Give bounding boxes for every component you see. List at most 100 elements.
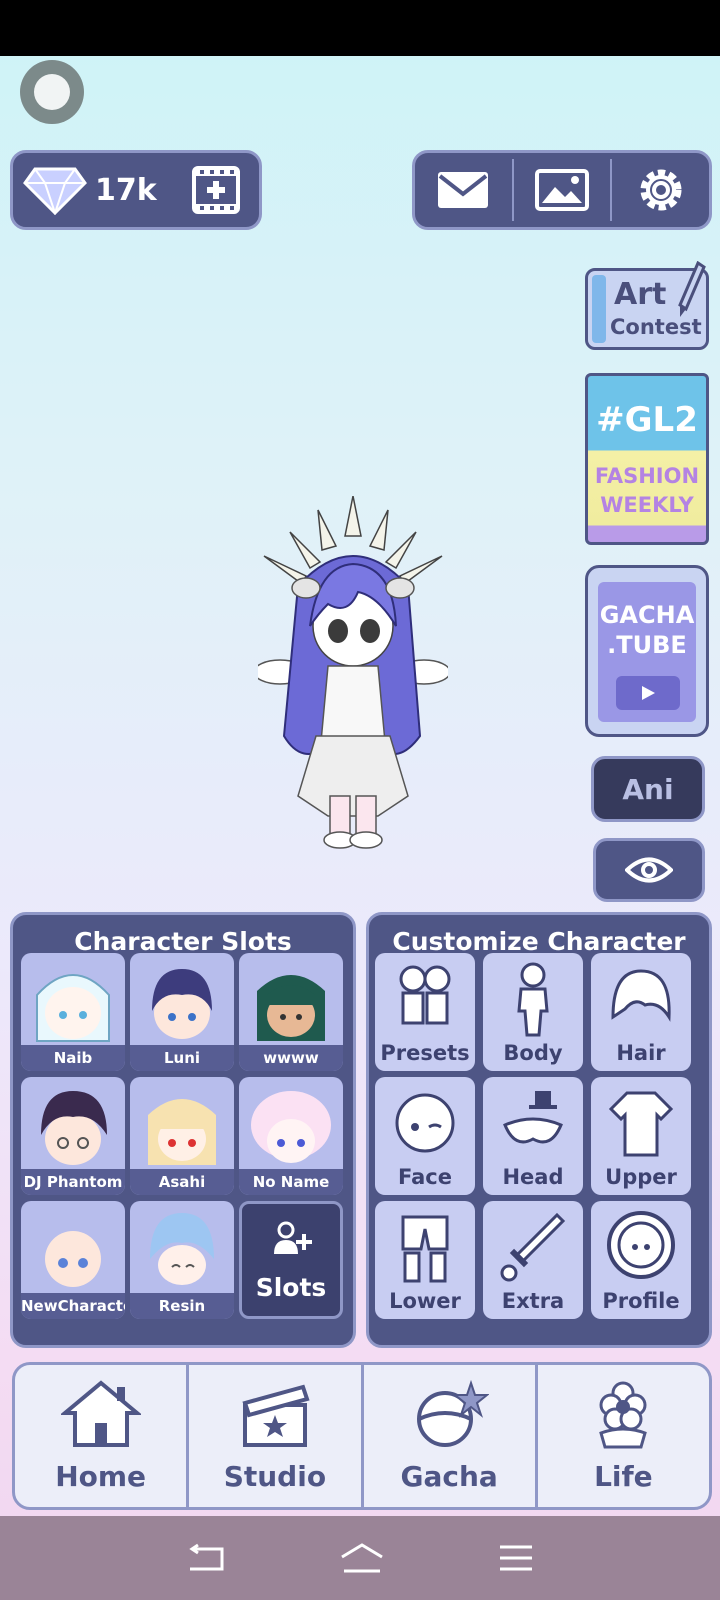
character-avatar [150, 1213, 214, 1285]
recents-icon[interactable] [498, 1543, 534, 1573]
lower-button[interactable]: Lower [375, 1201, 475, 1319]
character-slot[interactable]: wwww [239, 953, 343, 1071]
gallery-button[interactable] [514, 153, 611, 227]
customize-character-title: Customize Character [392, 927, 686, 956]
hair-button[interactable]: Hair [591, 953, 691, 1071]
slot-name: Asahi [130, 1169, 234, 1195]
visibility-button[interactable] [593, 838, 705, 902]
face-label: Face [398, 1165, 452, 1189]
nav-studio-label: Studio [223, 1460, 327, 1493]
sword-icon [500, 1212, 566, 1282]
ani-button[interactable]: Ani [591, 756, 705, 822]
status-bar [0, 0, 720, 56]
art-contest-button[interactable]: Art Contest [585, 261, 709, 350]
mail-button[interactable] [415, 153, 512, 227]
nav-gacha-label: Gacha [400, 1460, 498, 1493]
nav-life-label: Life [594, 1460, 653, 1493]
character-slot[interactable]: NewCharacter [21, 1201, 125, 1319]
gacha-tube-label-1: GACHA [599, 601, 695, 629]
pencil-icon [678, 261, 706, 317]
clapperboard-icon [242, 1384, 310, 1447]
character-slot[interactable]: Luni [130, 953, 234, 1071]
home-system-icon[interactable] [338, 1541, 386, 1575]
profile-icon [607, 1211, 675, 1279]
extra-button[interactable]: Extra [483, 1201, 583, 1319]
bottom-navigation: Home Studio Gacha Life [12, 1362, 712, 1510]
character-slot[interactable]: Naib [21, 953, 125, 1071]
character-slot[interactable]: No Name [239, 1077, 343, 1195]
eye-icon [625, 857, 673, 883]
add-slots-label: Slots [255, 1273, 327, 1302]
home-icon [60, 1380, 141, 1447]
upper-button[interactable]: Upper [591, 1077, 691, 1195]
head-icon [503, 1091, 563, 1144]
flower-icon [599, 1381, 648, 1449]
profile-button[interactable]: Profile [591, 1201, 691, 1319]
art-contest-label-1: Art [614, 277, 667, 312]
nav-home[interactable]: Home [15, 1365, 186, 1507]
character-avatar [36, 974, 110, 1042]
nav-life[interactable]: Life [534, 1365, 709, 1507]
character-slots-title: Character Slots [74, 927, 292, 956]
presets-label: Presets [380, 1041, 470, 1065]
slot-name: Naib [21, 1045, 125, 1071]
add-user-icon [274, 1221, 312, 1254]
hair-label: Hair [616, 1041, 666, 1065]
face-button[interactable]: Face [375, 1077, 475, 1195]
image-icon [535, 169, 589, 211]
nav-gacha[interactable]: Gacha [360, 1365, 535, 1507]
gl2-tag: #GL2 [596, 400, 698, 440]
weekly-label: WEEKLY [600, 493, 694, 517]
presets-icon [399, 965, 451, 1025]
diamond-icon [23, 167, 87, 215]
upper-label: Upper [605, 1165, 677, 1189]
top-right-toolbar [412, 150, 712, 230]
floating-menu-button[interactable] [20, 60, 84, 124]
face-icon [395, 1093, 455, 1153]
pants-icon [401, 1215, 449, 1283]
character-avatar [41, 1091, 107, 1165]
hair-icon [611, 969, 671, 1022]
slot-name: Luni [130, 1045, 234, 1071]
slot-name: wwww [239, 1045, 343, 1071]
head-label: Head [502, 1165, 564, 1189]
gacha-tube-label-2: .TUBE [607, 631, 687, 659]
character-avatar [45, 1231, 101, 1287]
character-avatar [148, 1099, 216, 1165]
extra-label: Extra [501, 1289, 565, 1313]
gear-icon [640, 169, 682, 211]
watch-ad-icon[interactable] [191, 165, 241, 215]
character-slot[interactable]: DJ Phantom [21, 1077, 125, 1195]
gacha-tube-button[interactable]: GACHA .TUBE [585, 565, 709, 737]
body-label: Body [503, 1041, 563, 1065]
character-slot[interactable]: Resin [130, 1201, 234, 1319]
nav-home-label: Home [55, 1460, 147, 1493]
character-slots-panel: Character Slots Naib Luni wwww DJ Phanto… [10, 912, 356, 1348]
gacha-ball-icon [417, 1379, 490, 1447]
customize-character-panel: Customize Character Presets Body Hair Fa… [366, 912, 712, 1348]
body-button[interactable]: Body [483, 953, 583, 1071]
body-icon [517, 962, 549, 1037]
character-slot[interactable]: Asahi [130, 1077, 234, 1195]
character-preview[interactable] [258, 496, 448, 856]
system-navigation-bar [0, 1516, 720, 1600]
fashion-label: FASHION [594, 464, 700, 488]
play-icon [642, 686, 655, 700]
slot-name: Resin [130, 1293, 234, 1319]
settings-button[interactable] [612, 153, 709, 227]
fashion-weekly-button[interactable]: #GL2 FASHION WEEKLY [585, 373, 709, 545]
slot-name: No Name [239, 1169, 343, 1195]
profile-label: Profile [602, 1289, 680, 1313]
currency-panel: 17k [10, 150, 262, 230]
presets-button[interactable]: Presets [375, 953, 475, 1071]
head-button[interactable]: Head [483, 1077, 583, 1195]
character-avatar [152, 969, 212, 1039]
character-avatar [257, 975, 325, 1041]
back-icon[interactable] [186, 1543, 226, 1573]
shirt-icon [608, 1091, 674, 1157]
gem-count: 17k [95, 172, 157, 208]
slot-name: DJ Phantom [21, 1169, 125, 1195]
add-slots-button[interactable]: Slots [239, 1201, 343, 1319]
nav-studio[interactable]: Studio [186, 1365, 360, 1507]
slot-name: NewCharacter [21, 1293, 125, 1319]
